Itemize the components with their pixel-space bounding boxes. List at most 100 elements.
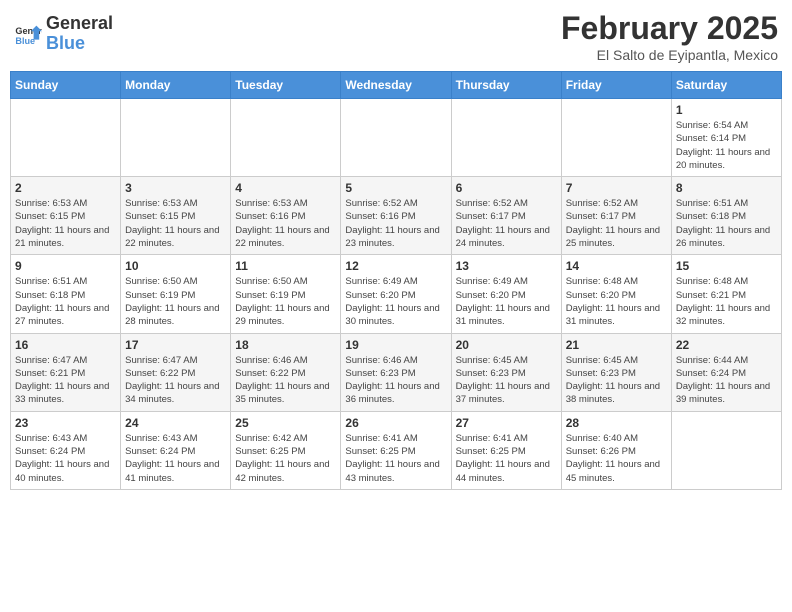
day-number: 7 (566, 181, 667, 195)
svg-text:Blue: Blue (15, 36, 35, 46)
day-number: 24 (125, 416, 226, 430)
day-info: Sunrise: 6:51 AM Sunset: 6:18 PM Dayligh… (676, 197, 777, 250)
day-info: Sunrise: 6:46 AM Sunset: 6:23 PM Dayligh… (345, 354, 446, 407)
day-number: 5 (345, 181, 446, 195)
day-info: Sunrise: 6:53 AM Sunset: 6:15 PM Dayligh… (125, 197, 226, 250)
calendar-cell: 27 Sunrise: 6:41 AM Sunset: 6:25 PM Dayli… (451, 411, 561, 489)
day-info: Sunrise: 6:50 AM Sunset: 6:19 PM Dayligh… (235, 275, 336, 328)
day-number: 14 (566, 259, 667, 273)
day-info: Sunrise: 6:41 AM Sunset: 6:25 PM Dayligh… (456, 432, 557, 485)
day-number: 20 (456, 338, 557, 352)
day-info: Sunrise: 6:43 AM Sunset: 6:24 PM Dayligh… (15, 432, 116, 485)
col-header-thursday: Thursday (451, 72, 561, 99)
calendar-cell: 26 Sunrise: 6:41 AM Sunset: 6:25 PM Dayli… (341, 411, 451, 489)
calendar-cell: 8Sunrise: 6:51 AM Sunset: 6:18 PM Daylig… (671, 177, 781, 255)
day-info: Sunrise: 6:53 AM Sunset: 6:16 PM Dayligh… (235, 197, 336, 250)
day-info: Sunrise: 6:51 AM Sunset: 6:18 PM Dayligh… (15, 275, 116, 328)
calendar-cell: 25 Sunrise: 6:42 AM Sunset: 6:25 PM Dayli… (231, 411, 341, 489)
day-number: 27 (456, 416, 557, 430)
col-header-sunday: Sunday (11, 72, 121, 99)
calendar-cell: 19 Sunrise: 6:46 AM Sunset: 6:23 PM Dayli… (341, 333, 451, 411)
calendar-cell: 23 Sunrise: 6:43 AM Sunset: 6:24 PM Dayli… (11, 411, 121, 489)
day-number: 16 (15, 338, 116, 352)
day-info: Sunrise: 6:40 AM Sunset: 6:26 PM Dayligh… (566, 432, 667, 485)
calendar-cell: 14 Sunrise: 6:48 AM Sunset: 6:20 PM Dayli… (561, 255, 671, 333)
calendar-week-3: 9 Sunrise: 6:51 AM Sunset: 6:18 PM Daylig… (11, 255, 782, 333)
calendar-cell: 11 Sunrise: 6:50 AM Sunset: 6:19 PM Dayli… (231, 255, 341, 333)
day-number: 4 (235, 181, 336, 195)
calendar-cell: 22Sunrise: 6:44 AM Sunset: 6:24 PM Dayli… (671, 333, 781, 411)
day-number: 28 (566, 416, 667, 430)
day-info: Sunrise: 6:47 AM Sunset: 6:21 PM Dayligh… (15, 354, 116, 407)
month-title: February 2025 (561, 10, 778, 47)
day-number: 13 (456, 259, 557, 273)
day-info: Sunrise: 6:52 AM Sunset: 6:17 PM Dayligh… (456, 197, 557, 250)
calendar-week-1: 1Sunrise: 6:54 AM Sunset: 6:14 PM Daylig… (11, 99, 782, 177)
day-info: Sunrise: 6:46 AM Sunset: 6:22 PM Dayligh… (235, 354, 336, 407)
calendar-cell: 18 Sunrise: 6:46 AM Sunset: 6:22 PM Dayli… (231, 333, 341, 411)
day-info: Sunrise: 6:48 AM Sunset: 6:21 PM Dayligh… (676, 275, 777, 328)
calendar-week-2: 2Sunrise: 6:53 AM Sunset: 6:15 PM Daylig… (11, 177, 782, 255)
day-number: 11 (235, 259, 336, 273)
calendar-cell: 12 Sunrise: 6:49 AM Sunset: 6:20 PM Dayli… (341, 255, 451, 333)
day-info: Sunrise: 6:47 AM Sunset: 6:22 PM Dayligh… (125, 354, 226, 407)
col-header-friday: Friday (561, 72, 671, 99)
day-info: Sunrise: 6:49 AM Sunset: 6:20 PM Dayligh… (456, 275, 557, 328)
calendar-cell: 10Sunrise: 6:50 AM Sunset: 6:19 PM Dayli… (121, 255, 231, 333)
calendar-cell: 16 Sunrise: 6:47 AM Sunset: 6:21 PM Dayli… (11, 333, 121, 411)
day-number: 18 (235, 338, 336, 352)
day-number: 25 (235, 416, 336, 430)
day-number: 21 (566, 338, 667, 352)
day-number: 9 (15, 259, 116, 273)
calendar-cell: 5 Sunrise: 6:52 AM Sunset: 6:16 PM Daylig… (341, 177, 451, 255)
calendar-cell (671, 411, 781, 489)
col-header-saturday: Saturday (671, 72, 781, 99)
day-info: Sunrise: 6:44 AM Sunset: 6:24 PM Dayligh… (676, 354, 777, 407)
calendar-cell: 17 Sunrise: 6:47 AM Sunset: 6:22 PM Dayli… (121, 333, 231, 411)
calendar-cell (11, 99, 121, 177)
calendar-cell (561, 99, 671, 177)
calendar-cell (341, 99, 451, 177)
day-info: Sunrise: 6:52 AM Sunset: 6:17 PM Dayligh… (566, 197, 667, 250)
col-header-tuesday: Tuesday (231, 72, 341, 99)
calendar-table: SundayMondayTuesdayWednesdayThursdayFrid… (10, 71, 782, 490)
calendar-header-row: SundayMondayTuesdayWednesdayThursdayFrid… (11, 72, 782, 99)
calendar-cell: 1Sunrise: 6:54 AM Sunset: 6:14 PM Daylig… (671, 99, 781, 177)
day-number: 1 (676, 103, 777, 117)
day-info: Sunrise: 6:48 AM Sunset: 6:20 PM Dayligh… (566, 275, 667, 328)
day-info: Sunrise: 6:45 AM Sunset: 6:23 PM Dayligh… (566, 354, 667, 407)
day-info: Sunrise: 6:41 AM Sunset: 6:25 PM Dayligh… (345, 432, 446, 485)
calendar-cell: 20 Sunrise: 6:45 AM Sunset: 6:23 PM Dayli… (451, 333, 561, 411)
day-number: 6 (456, 181, 557, 195)
day-info: Sunrise: 6:53 AM Sunset: 6:15 PM Dayligh… (15, 197, 116, 250)
logo-blue: Blue (46, 33, 85, 53)
calendar-cell: 28 Sunrise: 6:40 AM Sunset: 6:26 PM Dayli… (561, 411, 671, 489)
day-number: 15 (676, 259, 777, 273)
day-number: 26 (345, 416, 446, 430)
calendar-cell: 9 Sunrise: 6:51 AM Sunset: 6:18 PM Daylig… (11, 255, 121, 333)
day-number: 10 (125, 259, 226, 273)
location-subtitle: El Salto de Eyipantla, Mexico (561, 47, 778, 63)
calendar-cell: 15 Sunrise: 6:48 AM Sunset: 6:21 PM Dayli… (671, 255, 781, 333)
day-number: 19 (345, 338, 446, 352)
day-info: Sunrise: 6:43 AM Sunset: 6:24 PM Dayligh… (125, 432, 226, 485)
col-header-wednesday: Wednesday (341, 72, 451, 99)
calendar-cell (451, 99, 561, 177)
calendar-cell: 3Sunrise: 6:53 AM Sunset: 6:15 PM Daylig… (121, 177, 231, 255)
col-header-monday: Monday (121, 72, 231, 99)
calendar-cell: 7 Sunrise: 6:52 AM Sunset: 6:17 PM Daylig… (561, 177, 671, 255)
day-number: 23 (15, 416, 116, 430)
calendar-cell (121, 99, 231, 177)
day-info: Sunrise: 6:45 AM Sunset: 6:23 PM Dayligh… (456, 354, 557, 407)
day-info: Sunrise: 6:52 AM Sunset: 6:16 PM Dayligh… (345, 197, 446, 250)
day-number: 17 (125, 338, 226, 352)
calendar-cell: 24 Sunrise: 6:43 AM Sunset: 6:24 PM Dayli… (121, 411, 231, 489)
calendar-cell: 21 Sunrise: 6:45 AM Sunset: 6:23 PM Dayli… (561, 333, 671, 411)
day-info: Sunrise: 6:42 AM Sunset: 6:25 PM Dayligh… (235, 432, 336, 485)
logo-general: General (46, 13, 113, 33)
day-number: 12 (345, 259, 446, 273)
logo: General Blue General Blue (14, 14, 113, 54)
calendar-week-4: 16 Sunrise: 6:47 AM Sunset: 6:21 PM Dayli… (11, 333, 782, 411)
header: General Blue General Blue February 2025 … (10, 10, 782, 63)
day-info: Sunrise: 6:49 AM Sunset: 6:20 PM Dayligh… (345, 275, 446, 328)
